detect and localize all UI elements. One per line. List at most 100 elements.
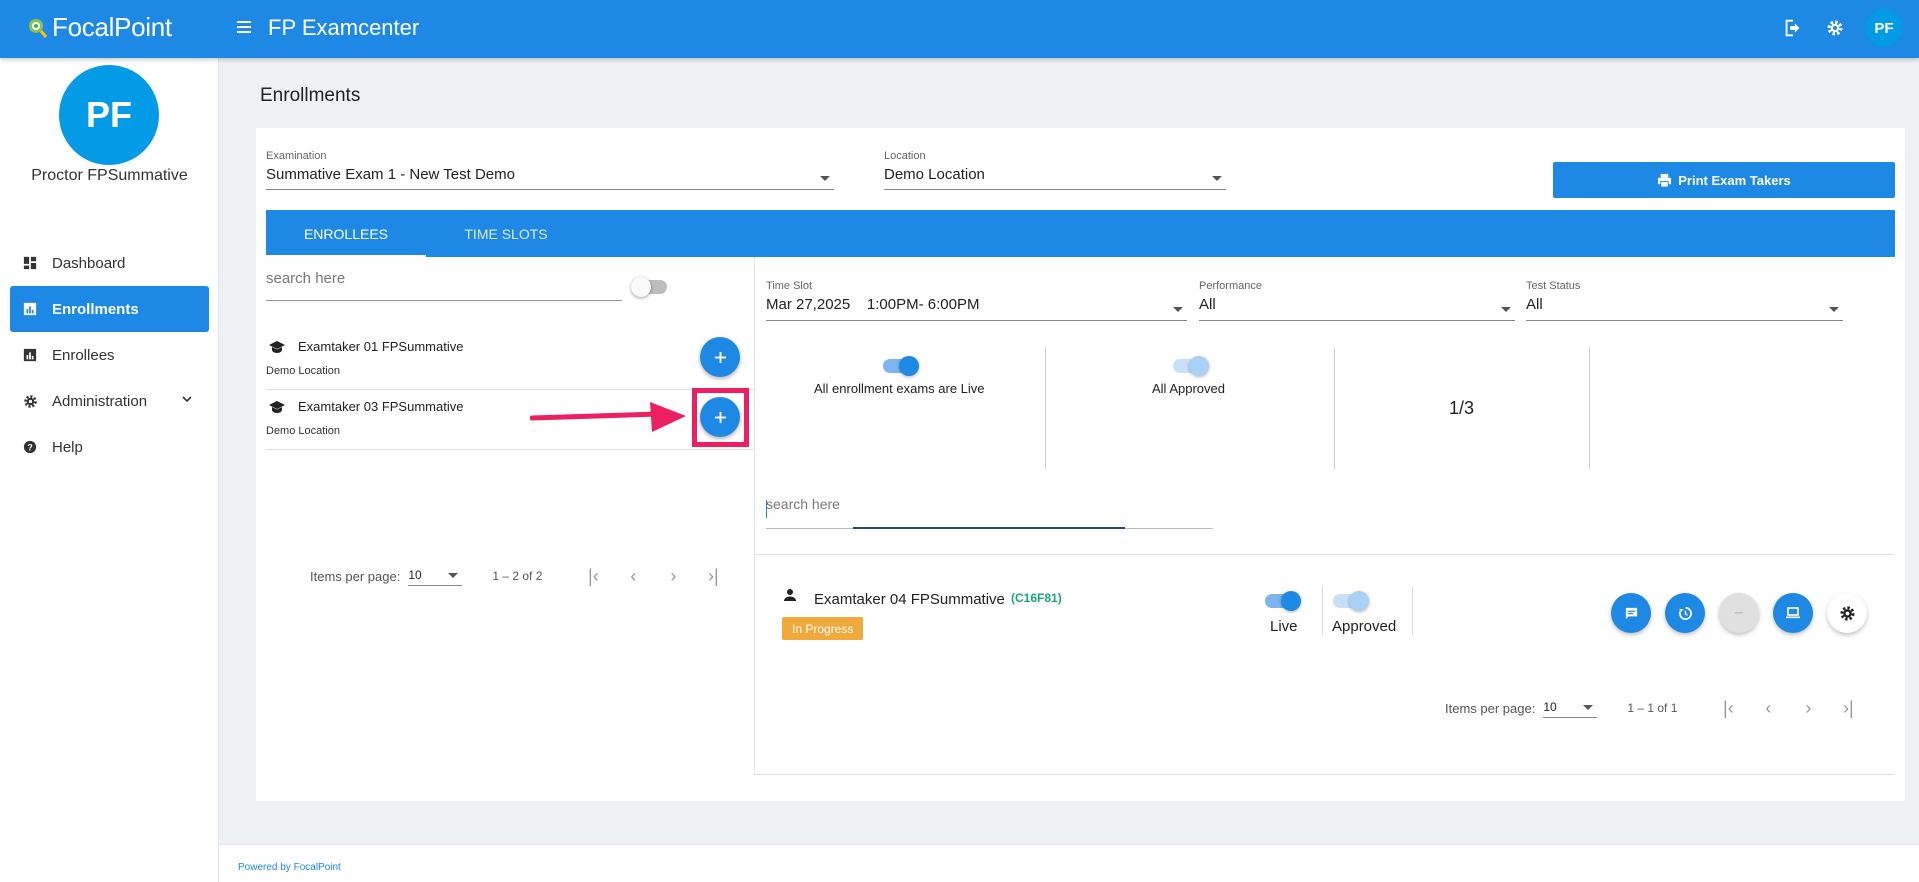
enrollee-paginator: Items per page: 10 1 – 2 of 2 |‹ ‹ › ›| [310,566,722,586]
sidebar-item-label: Help [52,438,83,456]
location-label: Location [884,150,926,162]
all-approved-label: All Approved [1152,381,1225,396]
plus-icon [714,351,726,363]
next-page-icon[interactable]: › [664,566,682,586]
first-page-icon[interactable]: |‹ [1719,698,1737,718]
next-page-icon[interactable]: › [1799,698,1817,718]
page-size-select[interactable]: 10 [1543,698,1598,718]
sidebar-item-dashboard[interactable]: Dashboard [10,240,209,286]
page-size-value: 10 [408,568,422,582]
all-approved-toggle[interactable] [1173,356,1209,376]
page-range: 1 – 2 of 2 [492,569,543,583]
pane-divider [754,257,755,775]
test-status-value: All [1526,296,1543,313]
restore-button[interactable] [1665,593,1705,633]
divider [755,554,1894,555]
sidebar-item-label: Administration [52,392,148,410]
chat-icon [1625,607,1637,619]
live-label: Live [1270,618,1298,635]
taker-code: (C16F81) [1011,591,1062,605]
tab-label: ENROLLEES [303,225,389,242]
status-badge: In Progress [782,617,864,640]
row-settings-button[interactable] [1827,593,1867,633]
sidebar: PF Proctor FPSummative Dashboard Enrollm… [0,58,219,882]
sidebar-item-label: Enrollees [52,346,115,364]
enrollee-location: Demo Location [266,365,340,377]
tab-label: TIME SLOTS [464,225,548,242]
print-exam-takers-button[interactable]: Print Exam Takers [1553,162,1895,198]
dropdown-caret-icon [1212,176,1222,181]
time-slot-select[interactable]: Time Slot Mar 27,2025 1:00PM- 6:00PM [766,280,1187,321]
sidebar-item-enrollments[interactable]: Enrollments [10,286,209,332]
sidebar-avatar: PF [59,65,159,165]
gear-icon [1839,605,1855,621]
list-item: Examtaker 01 FPSummative Demo Location [266,330,754,390]
taker-paginator: Items per page: 10 1 – 1 of 1 |‹ ‹ › ›| [1445,698,1857,718]
print-button-label: Print Exam Takers [1678,172,1791,188]
monitor-button[interactable] [1773,593,1813,633]
all-live-toggle[interactable] [883,356,919,376]
bar-chart-icon [22,347,38,363]
time-slot-value: Mar 27,2025 1:00PM- 6:00PM [766,296,980,313]
top-app-bar: FocalPoint FP Examcenter PF [0,0,1919,58]
footer-text[interactable]: Powered by FocalPoint [238,862,341,873]
last-page-icon[interactable]: ›| [704,566,722,586]
time-slot-label: Time Slot [766,280,813,292]
previous-page-icon[interactable]: ‹ [1759,698,1777,718]
filter-toggle[interactable] [631,277,667,297]
search-placeholder: search here [766,496,840,512]
footer: Powered by FocalPoint [219,844,1919,882]
approved-label: Approved [1332,618,1397,635]
chat-button[interactable] [1611,593,1651,633]
app-title: FP Examcenter [268,15,420,40]
laptop-icon [1786,607,1800,619]
divider [755,774,1894,775]
enrollee-name: Examtaker 03 FPSummative [298,399,464,414]
tab-time-slots[interactable]: TIME SLOTS [426,210,586,257]
location-select[interactable]: Location Demo Location [884,150,1226,190]
examination-label: Examination [266,150,327,162]
logout-icon[interactable] [1781,16,1805,40]
add-enrollee-button[interactable] [700,337,740,377]
annotation-arrow-icon [530,402,686,432]
tab-enrollees[interactable]: ENROLLEES [266,210,426,257]
performance-select[interactable]: Performance All [1199,280,1515,321]
graduation-cap-icon [269,341,285,353]
taker-search-input[interactable]: search here [766,496,1213,529]
page-range: 1 – 1 of 1 [1627,701,1678,715]
sidebar-item-label: Enrollments [52,300,139,318]
minus-icon [1734,612,1744,614]
brand-name: FocalPoint [52,12,172,42]
person-icon [784,589,796,601]
remove-button[interactable] [1719,593,1759,633]
brand-logo[interactable]: FocalPoint [28,12,172,43]
test-status-select[interactable]: Test Status All [1526,280,1843,321]
last-page-icon[interactable]: ›| [1839,698,1857,718]
sidebar-item-help[interactable]: ? Help [10,424,209,470]
taker-name: Examtaker 04 FPSummative [814,591,1005,608]
focalpoint-logo-icon [29,18,48,38]
add-enrollee-button[interactable] [700,397,740,437]
sidebar-item-label: Dashboard [52,254,126,272]
first-page-icon[interactable]: |‹ [584,566,602,586]
page-size-select[interactable]: 10 [408,566,463,586]
examination-select[interactable]: Examination Summative Exam 1 - New Test … [266,150,834,190]
chevron-down-icon [182,396,192,403]
printer-icon [1658,173,1672,188]
sidebar-item-enrollees[interactable]: Enrollees [10,332,209,378]
test-status-label: Test Status [1526,280,1581,292]
graduation-cap-icon [269,401,285,413]
performance-value: All [1199,296,1216,313]
user-avatar[interactable]: PF [1865,9,1903,47]
all-live-label: All enrollment exams are Live [814,381,985,396]
sidebar-nav: Dashboard Enrollments Enrollees Administ… [10,240,209,470]
enrollee-search-input[interactable]: search here [266,270,622,301]
history-icon [1678,606,1692,620]
settings-gear-icon[interactable] [1823,16,1847,40]
hamburger-menu-icon[interactable] [236,18,254,36]
approved-toggle[interactable] [1333,591,1369,611]
sidebar-item-administration[interactable]: Administration [10,378,209,424]
items-per-page-label: Items per page: [310,568,401,584]
previous-page-icon[interactable]: ‹ [624,566,642,586]
live-toggle[interactable] [1265,591,1301,611]
